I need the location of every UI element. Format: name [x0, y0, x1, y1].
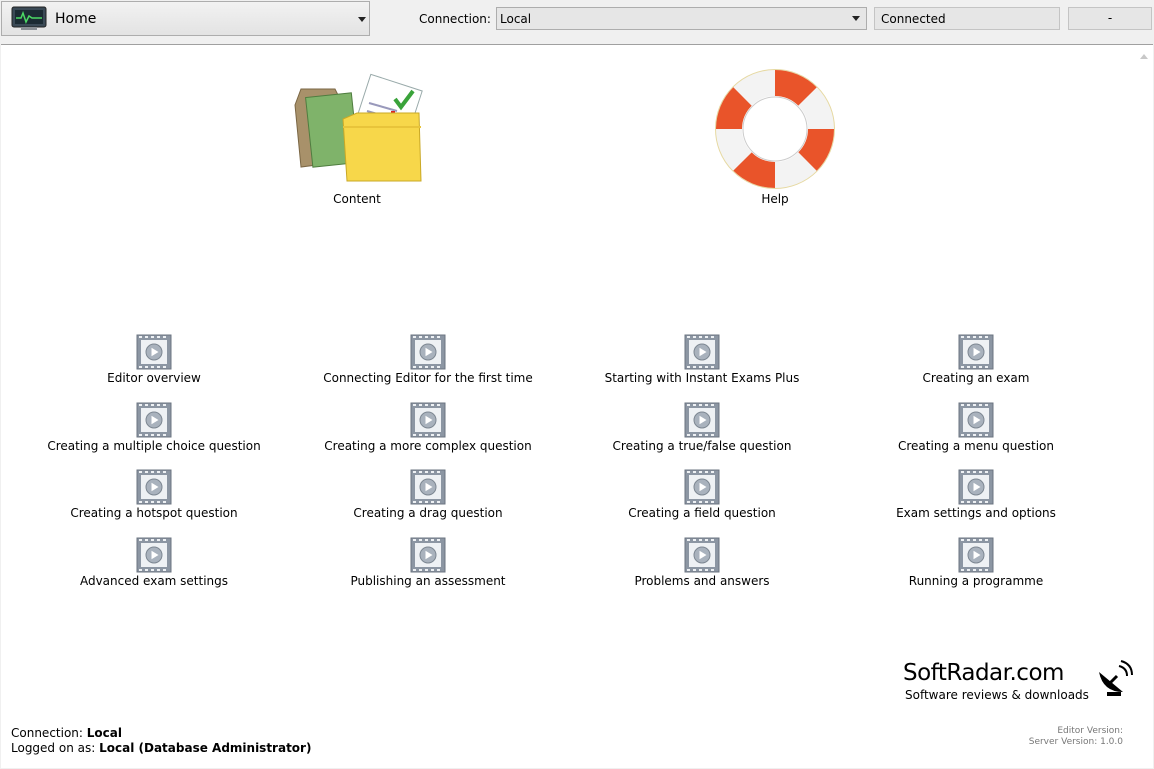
video-play-icon [410, 402, 446, 438]
version-info: Editor Version: Server Version: 1.0.0 [1029, 726, 1123, 748]
footer-connection-label: Connection: [11, 726, 83, 740]
video-tutorial-label: Exam settings and options [896, 506, 1056, 520]
video-play-icon [410, 334, 446, 370]
minus-button[interactable]: - [1068, 7, 1152, 30]
video-play-icon [136, 537, 172, 573]
video-play-icon [684, 402, 720, 438]
video-tutorial-label: Problems and answers [634, 574, 770, 588]
content-label: Content [333, 192, 381, 206]
scroll-up-arrow-icon[interactable] [1140, 54, 1148, 59]
video-play-icon [136, 402, 172, 438]
video-play-icon [958, 469, 994, 505]
video-tutorial-item[interactable]: Exam settings and options [846, 469, 1106, 520]
video-tutorial-item[interactable]: Creating a true/false question [572, 402, 832, 453]
video-tutorial-item[interactable]: Advanced exam settings [24, 537, 284, 588]
content-tile[interactable]: Content [287, 69, 427, 206]
help-tile[interactable]: Help [707, 69, 843, 206]
footer-connection-value: Local [86, 726, 122, 740]
video-tutorial-item[interactable]: Creating a field question [572, 469, 832, 520]
video-tutorial-item[interactable]: Editor overview [24, 334, 284, 385]
watermark-subtitle: Software reviews & downloads [905, 688, 1089, 702]
video-tutorial-label: Starting with Instant Exams Plus [604, 371, 800, 385]
video-tutorial-item[interactable]: Publishing an assessment [298, 537, 558, 588]
video-tutorial-label: Creating a field question [628, 506, 776, 520]
video-tutorial-item[interactable]: Creating a menu question [846, 402, 1106, 453]
vertical-scrollbar[interactable] [1135, 45, 1153, 768]
video-tutorial-label: Creating an exam [922, 371, 1030, 385]
video-play-icon [958, 537, 994, 573]
video-tutorial-item[interactable]: Starting with Instant Exams Plus [572, 334, 832, 385]
video-tutorial-item[interactable]: Running a programme [846, 537, 1106, 588]
video-tutorial-item[interactable]: Creating a more complex question [298, 402, 558, 453]
footer-logged-label: Logged on as: [11, 741, 96, 755]
footer-logged-value: Local (Database Administrator) [99, 741, 312, 755]
video-play-icon [958, 402, 994, 438]
video-tutorial-item[interactable]: Problems and answers [572, 537, 832, 588]
monitor-app-icon [11, 6, 47, 30]
home-dropdown[interactable]: Home [1, 1, 370, 36]
video-tutorial-label: Creating a drag question [353, 506, 503, 520]
lifebuoy-icon [715, 69, 835, 189]
video-play-icon [136, 334, 172, 370]
editor-version: Editor Version: [1057, 726, 1123, 736]
video-play-icon [410, 469, 446, 505]
video-tutorial-label: Creating a true/false question [612, 439, 792, 453]
satellite-dish-icon [1099, 660, 1133, 696]
connection-value: Local [500, 12, 532, 26]
chevron-down-icon [852, 16, 860, 21]
video-play-icon [136, 469, 172, 505]
home-label: Home [55, 11, 97, 27]
folder-documents-icon [294, 73, 423, 182]
video-play-icon [684, 334, 720, 370]
video-play-icon [958, 334, 994, 370]
connection-status-field: Connected [874, 7, 1060, 30]
video-tutorial-item[interactable]: Creating a multiple choice question [24, 402, 284, 453]
video-tutorial-label: Running a programme [908, 574, 1044, 588]
connection-label: Connection: [419, 12, 491, 26]
help-label: Help [761, 192, 789, 206]
video-tutorial-label: Creating a multiple choice question [47, 439, 261, 453]
video-tutorial-label: Advanced exam settings [79, 574, 229, 588]
watermark-title: SoftRadar.com [903, 660, 1064, 686]
connection-status-text: Connected [881, 12, 946, 26]
server-version: Server Version: 1.0.0 [1028, 737, 1123, 747]
video-tutorial-label: Connecting Editor for the first time [323, 371, 533, 385]
video-tutorial-label: Creating a menu question [898, 439, 1054, 453]
video-tutorial-label: Creating a hotspot question [70, 506, 238, 520]
chevron-down-icon [358, 17, 366, 22]
video-tutorial-item[interactable]: Connecting Editor for the first time [298, 334, 558, 385]
video-tutorial-item[interactable]: Creating a drag question [298, 469, 558, 520]
video-tutorial-item[interactable]: Creating an exam [846, 334, 1106, 385]
video-play-icon [410, 537, 446, 573]
video-play-icon [684, 537, 720, 573]
connection-info: Connection: Local Logged on as: Local (D… [11, 726, 311, 756]
softradar-watermark: SoftRadar.com Software reviews & downloa… [903, 660, 1133, 708]
video-play-icon [684, 469, 720, 505]
video-tutorial-label: Creating a more complex question [324, 439, 532, 453]
video-tutorial-label: Editor overview [107, 371, 201, 385]
video-tutorial-item[interactable]: Creating a hotspot question [24, 469, 284, 520]
toolbar: Home Connection: Local Connected - [0, 0, 1154, 42]
video-tutorial-label: Publishing an assessment [350, 574, 506, 588]
connection-dropdown[interactable]: Local [496, 7, 867, 30]
